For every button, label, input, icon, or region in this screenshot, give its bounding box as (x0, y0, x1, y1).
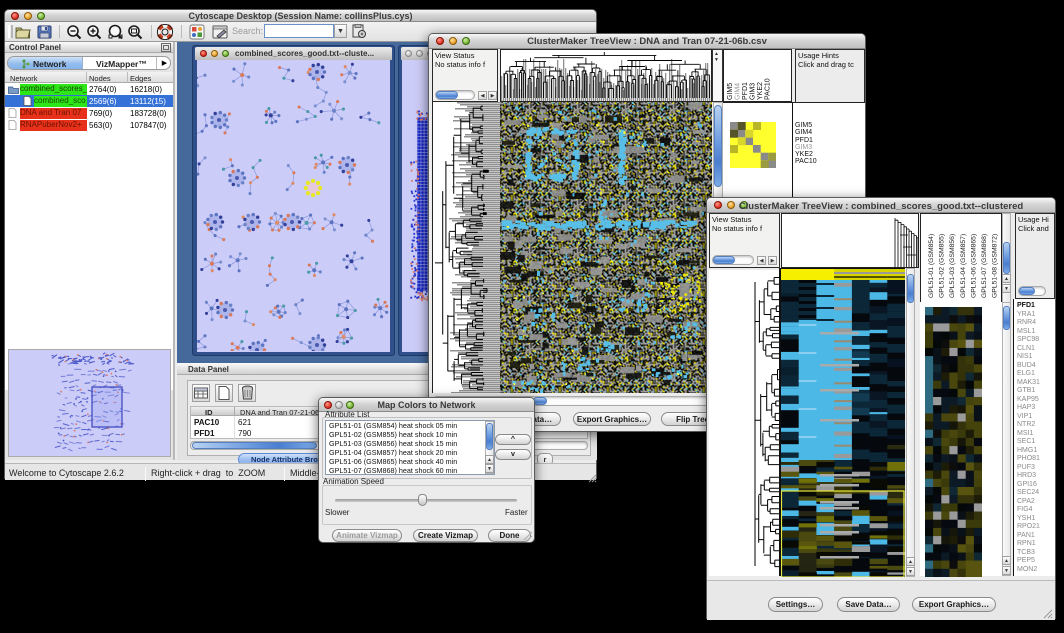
svg-text:YKE2: YKE2 (757, 82, 764, 100)
svg-text:GIM5: GIM5 (727, 83, 734, 100)
svg-text:GIM3: GIM3 (750, 83, 757, 100)
svg-text:PFD1: PFD1 (742, 82, 749, 100)
svg-text:GIM4: GIM4 (735, 83, 742, 100)
svg-text:GPL51-07 (GSM868): GPL51-07 (GSM868) (981, 234, 988, 298)
svg-text:GPL51-06 (GSM865): GPL51-06 (GSM865) (970, 234, 977, 298)
svg-text:GPL51-02 (GSM855): GPL51-02 (GSM855) (939, 234, 946, 298)
svg-text:GPL51-01 (GSM854): GPL51-01 (GSM854) (928, 234, 935, 298)
svg-text:PAC10: PAC10 (765, 78, 772, 100)
svg-text:GPL51-08 (GSM872): GPL51-08 (GSM872) (992, 234, 999, 298)
svg-text:GPL51-04 (GSM857): GPL51-04 (GSM857) (960, 234, 967, 298)
svg-text:GPL51-03 (GSM856): GPL51-03 (GSM856) (949, 234, 956, 298)
